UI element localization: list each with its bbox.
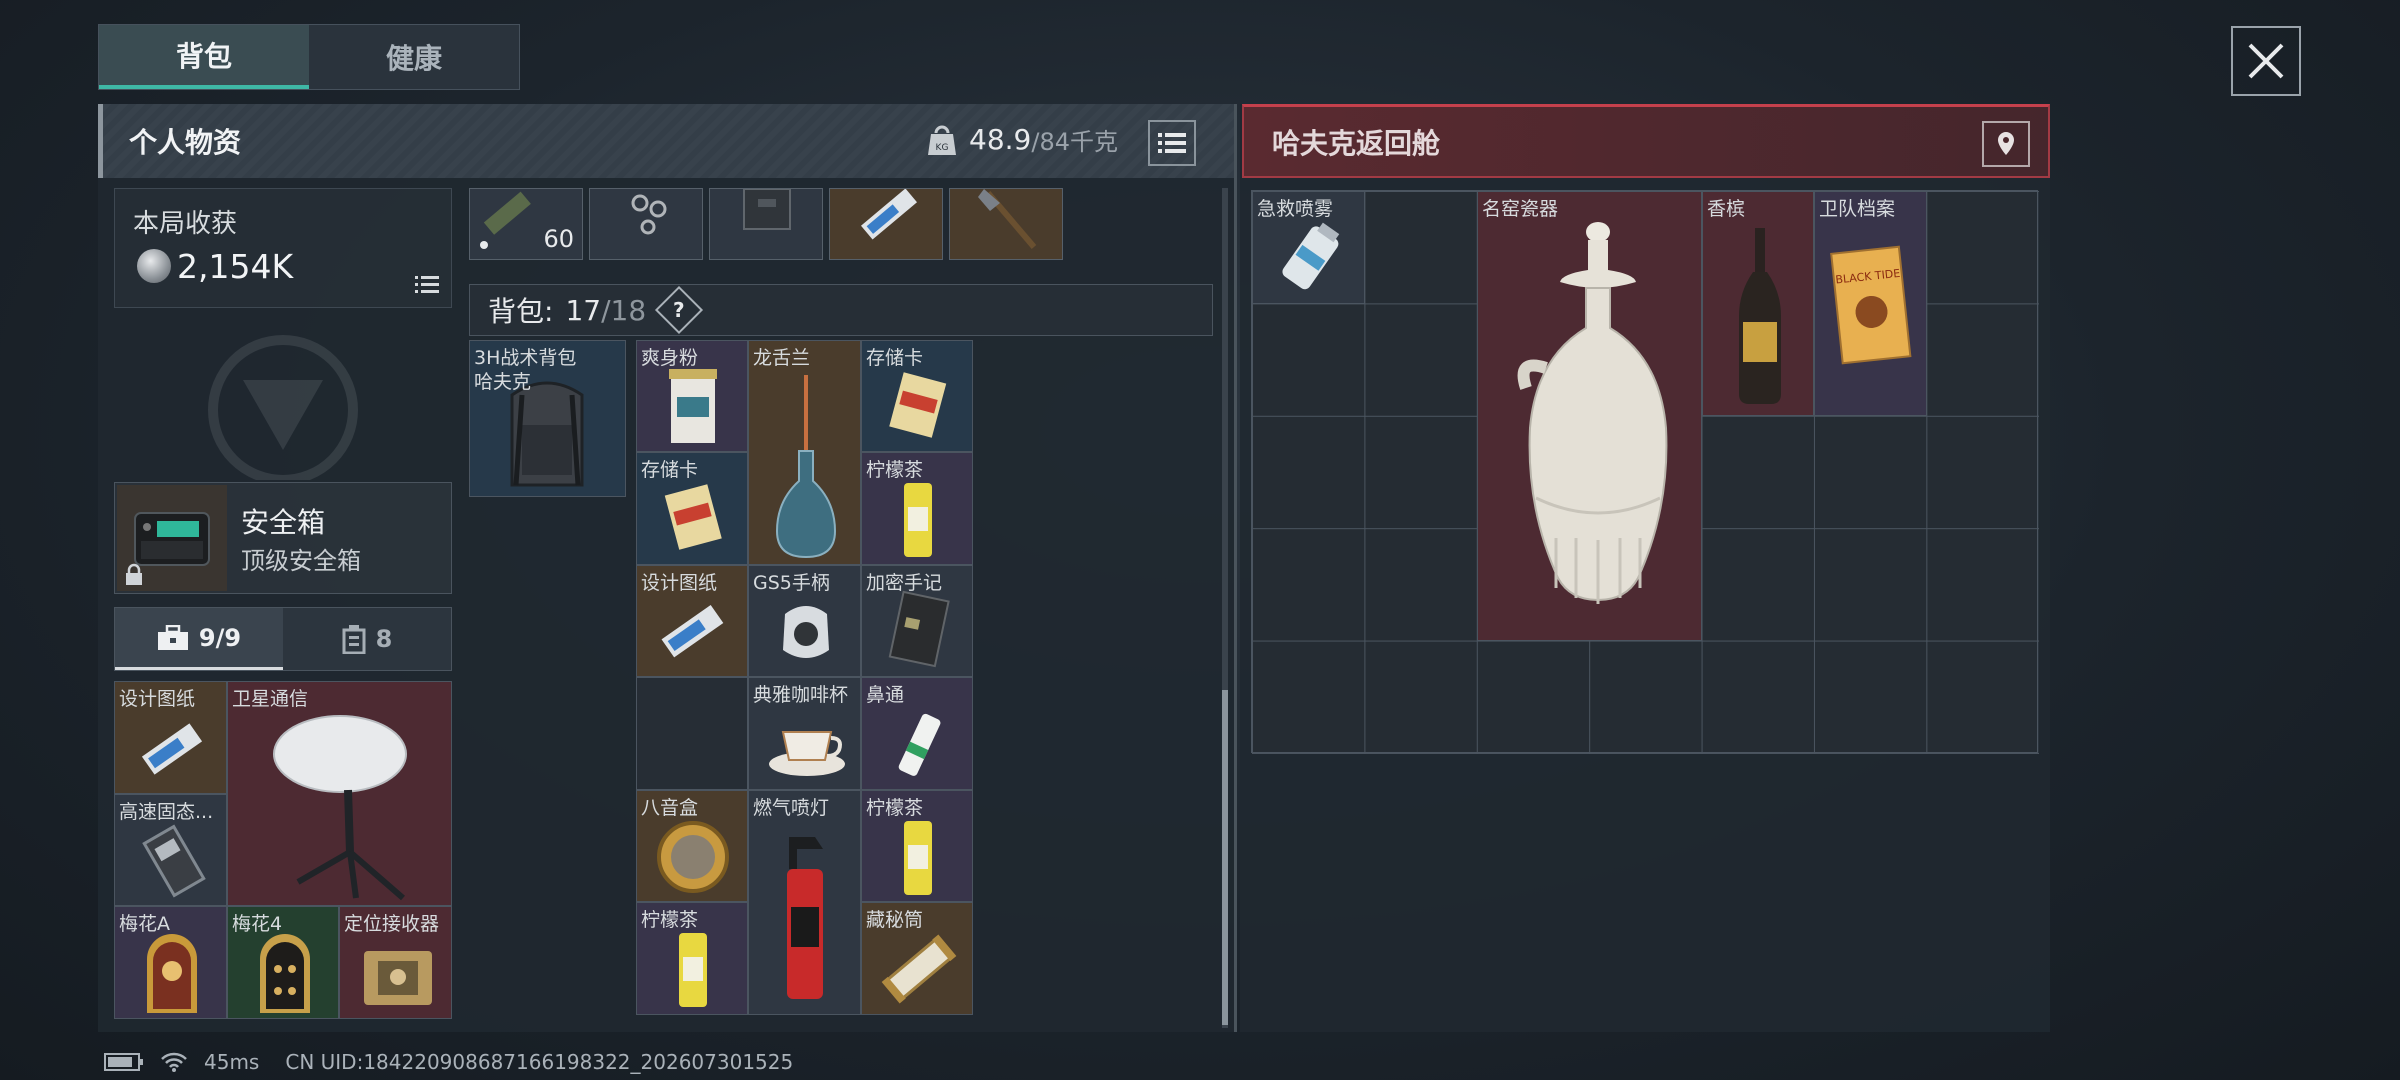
svg-text:KG: KG (936, 143, 949, 153)
tab-health[interactable]: 健康 (309, 25, 519, 89)
backpack-total: /18 (601, 293, 647, 327)
user-uid: CN UID:184220908687166198322_20260730152… (285, 1050, 794, 1074)
safe-item-card-ace[interactable]: 梅花A (114, 906, 227, 1019)
safe-grid: 设计图纸 卫星通信 高速固态... 梅花A 梅花4 定位接收器 (114, 681, 452, 1019)
bag-item-blueprint[interactable]: 设计图纸 (636, 565, 748, 677)
bag-item-coffee-cup[interactable]: 典雅咖啡杯 (748, 677, 861, 790)
panel-divider (1234, 104, 1237, 1032)
faction-emblem-watermark (208, 335, 358, 480)
backpack-help-button[interactable]: ? (655, 285, 704, 335)
lock-icon (126, 563, 142, 585)
safe-item-card-four[interactable]: 梅花4 (227, 906, 339, 1019)
backpack-capacity-bar: 背包: 17 /18 ? (469, 284, 1213, 336)
pod-item-guard-dossier[interactable]: 卫队档案 BLACK TIDE (1814, 191, 1927, 416)
coin-icon (137, 249, 171, 283)
personal-header: 个人物资 KG 48.9 /84千克 (98, 104, 1234, 178)
equip-melee[interactable] (949, 188, 1063, 260)
personal-title: 个人物资 (129, 126, 242, 159)
loot-title: 本局收获 (133, 209, 238, 239)
pouch-count: 8 (375, 625, 393, 653)
help-icon: ? (673, 297, 685, 322)
equip-weapon-ammo[interactable]: 60 (469, 188, 583, 260)
return-pod-title: 哈夫克返回舱 (1272, 126, 1441, 160)
ping-value: 45ms (204, 1050, 260, 1074)
safe-item-blueprint[interactable]: 设计图纸 (114, 681, 227, 794)
bag-item-nasal-spray[interactable]: 鼻通 (861, 677, 973, 790)
weight-current: 48.9 (969, 123, 1032, 156)
status-footer: 45ms CN UID:184220908687166198322_202607… (104, 1050, 793, 1074)
backpack-label: 背包: (488, 295, 554, 328)
location-pin-icon (1998, 132, 2014, 155)
backpack-grid: 爽身粉 龙舌兰 存储卡 存储卡 柠檬茶 设计图纸 GS5手柄 加密手记 典雅咖啡… (636, 340, 973, 1016)
loot-list-icon[interactable] (415, 275, 439, 295)
ammo-count: 60 (543, 225, 574, 253)
close-button[interactable] (2231, 26, 2301, 96)
bag-item-cryptex[interactable]: 藏秘筒 (861, 902, 973, 1015)
backpack-used: 17 (565, 293, 602, 327)
bag-item-gs5-controller[interactable]: GS5手柄 (748, 565, 861, 677)
tab-safe-contents[interactable]: 9/9 (115, 608, 283, 670)
pod-item-porcelain-vase[interactable]: 名窑瓷器 (1477, 191, 1702, 641)
bag-item-encrypted-notes[interactable]: 加密手记 (861, 565, 973, 677)
battery-icon (104, 1053, 143, 1071)
weight-icon: KG (928, 125, 957, 155)
safe-box-name: 安全箱 (241, 506, 326, 539)
bag-item-lemon-tea-3[interactable]: 柠檬茶 (636, 902, 748, 1015)
weight-max: /84千克 (1031, 128, 1118, 156)
safe-item-ssd[interactable]: 高速固态... (114, 794, 227, 906)
wifi-icon (161, 1052, 187, 1072)
list-icon (1158, 133, 1186, 153)
pod-item-champagne[interactable]: 香槟 (1702, 191, 1814, 416)
bag-item-tequila[interactable]: 龙舌兰 (748, 340, 861, 565)
bag-item-lemon-tea-2[interactable]: 柠檬茶 (861, 790, 973, 902)
equipment-strip: 60 (469, 188, 1069, 260)
safe-box-type: 顶级安全箱 (241, 547, 361, 575)
safe-count: 9/9 (198, 623, 242, 652)
pod-item-first-aid-spray[interactable]: 急救喷雾 (1252, 191, 1365, 304)
container-tabs: 9/9 8 (114, 607, 452, 671)
bag-item-memory-card-1[interactable]: 存储卡 (861, 340, 973, 452)
equip-necklace[interactable] (589, 188, 703, 260)
tab-backpack[interactable]: 背包 (99, 25, 309, 89)
equip-armor[interactable] (709, 188, 823, 260)
top-tabs: 背包 健康 (98, 24, 520, 90)
return-pod-grid: 急救喷雾 名窑瓷器 香槟 卫队档案 BLACK TIDE (1251, 190, 2039, 754)
bag-item-music-box[interactable]: 八音盒 (636, 790, 748, 902)
case-icon (342, 625, 366, 654)
return-pod-header: 哈夫克返回舱 (1242, 104, 2050, 178)
safe-box-card[interactable]: 安全箱 顶级安全箱 (114, 482, 452, 594)
weight-display: KG 48.9 /84千克 (925, 122, 1118, 157)
equip-blueprint[interactable] (829, 188, 943, 260)
bag-item-powder[interactable]: 爽身粉 (636, 340, 748, 452)
safe-item-satellite[interactable]: 卫星通信 (227, 681, 452, 906)
loot-value: 2,154K (177, 247, 294, 286)
bag-item-lemon-tea-1[interactable]: 柠檬茶 (861, 452, 973, 565)
locate-button[interactable] (1982, 121, 2030, 167)
session-loot-card: 本局收获 2,154K (114, 188, 452, 308)
inventory-scrollbar-thumb[interactable] (1222, 690, 1228, 1025)
backpack-3h-tactical[interactable]: 3H战术背包 哈夫克 (469, 340, 626, 497)
bag-item-gas-torch[interactable]: 燃气喷灯 (748, 790, 861, 1015)
tab-pouch[interactable]: 8 (283, 608, 451, 670)
bag-empty-slot[interactable] (636, 677, 748, 790)
toolbox-icon (157, 624, 188, 650)
sort-list-button[interactable] (1148, 120, 1196, 166)
close-icon (2248, 43, 2284, 79)
bag-item-memory-card-2[interactable]: 存储卡 (636, 452, 748, 565)
ammo-dot (480, 241, 488, 249)
safe-item-locator[interactable]: 定位接收器 (339, 906, 452, 1019)
